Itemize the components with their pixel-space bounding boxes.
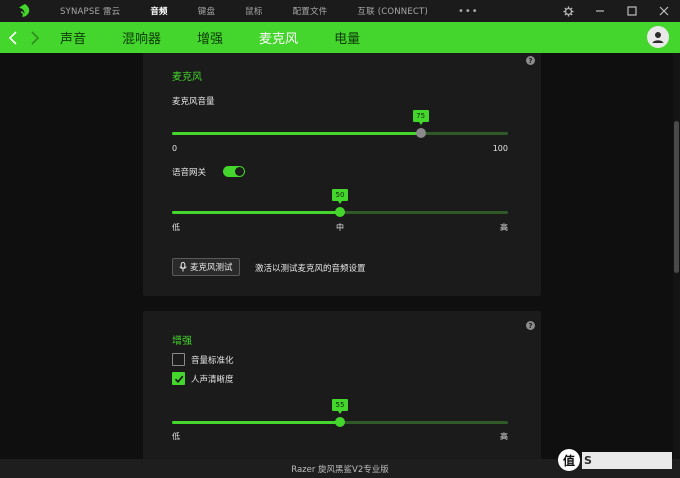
content-area: ? 麦克风 麦克风音量 75 0 100 语音网关 50 低 中 高 麦克风测试… xyxy=(0,53,680,459)
slider-fill xyxy=(172,421,340,424)
tick-high: 高 xyxy=(500,432,508,441)
mic-test-button-label: 麦克风测试 xyxy=(190,263,233,273)
close-icon[interactable] xyxy=(648,0,680,22)
device-name: Razer 旋风黑鲨V2专业版 xyxy=(291,464,389,475)
tick-high: 高 xyxy=(500,223,508,232)
top-nav-profiles[interactable]: 配置文件 xyxy=(293,5,328,17)
help-icon[interactable]: ? xyxy=(526,56,535,65)
slider-thumb[interactable] xyxy=(335,417,345,427)
volume-normalization-checkbox[interactable] xyxy=(172,353,185,366)
tab-mixer[interactable]: 混响器 xyxy=(122,28,161,47)
top-nav-connect[interactable]: 互联 (CONNECT) xyxy=(357,5,428,17)
checkmark-icon xyxy=(174,375,183,383)
tick-low: 低 xyxy=(172,223,180,232)
forward-arrow-icon[interactable] xyxy=(24,22,46,53)
vertical-scrollbar[interactable] xyxy=(673,53,680,459)
user-avatar-icon[interactable] xyxy=(647,26,669,48)
voice-clarity-checkbox[interactable] xyxy=(172,372,185,385)
slider-fill xyxy=(172,132,421,135)
enhancement-section-title: 增强 xyxy=(172,336,192,347)
tab-enhancement[interactable]: 增强 xyxy=(197,28,223,47)
maximize-icon[interactable] xyxy=(616,0,648,22)
more-menu-icon[interactable]: ••• xyxy=(458,6,479,17)
top-nav-audio[interactable]: 音频 xyxy=(150,5,167,17)
sub-nav-tabs: 声音 混响器 增强 麦克风 电量 xyxy=(60,28,396,47)
voice-clarity-slider[interactable]: 55 xyxy=(172,399,508,429)
voice-gate-toggle[interactable] xyxy=(223,166,245,177)
microphone-icon xyxy=(179,262,187,272)
tick-mid: 中 xyxy=(336,223,344,232)
top-nav-synapse[interactable]: SYNAPSE 雷云 xyxy=(60,5,120,17)
help-icon[interactable]: ? xyxy=(526,321,535,330)
tick-max: 100 xyxy=(492,144,508,153)
microphone-panel: ? 麦克风 麦克风音量 75 0 100 语音网关 50 低 中 高 麦克风测试… xyxy=(143,53,541,296)
mic-test-hint: 激活以测试麦克风的音频设置 xyxy=(255,264,366,274)
title-bar: SYNAPSE 雷云 音频 键盘 鼠标 配置文件 互联 (CONNECT) ••… xyxy=(0,0,680,22)
sub-nav: 声音 混响器 增强 麦克风 电量 xyxy=(0,22,680,53)
razer-logo-icon xyxy=(14,0,36,22)
tab-microphone[interactable]: 麦克风 xyxy=(259,28,298,47)
slider-value-bubble: 50 xyxy=(332,189,348,204)
slider-thumb[interactable] xyxy=(335,207,345,217)
tab-power[interactable]: 电量 xyxy=(334,28,360,47)
watermark-text: S xyxy=(582,451,672,469)
tick-min: 0 xyxy=(172,144,178,153)
watermark: 值 S xyxy=(558,447,672,473)
top-nav: SYNAPSE 雷云 音频 键盘 鼠标 配置文件 互联 (CONNECT) ••… xyxy=(60,0,479,22)
top-nav-keyboard[interactable]: 键盘 xyxy=(198,5,215,17)
window-controls xyxy=(552,0,680,22)
minimize-icon[interactable] xyxy=(584,0,616,22)
back-arrow-icon[interactable] xyxy=(2,22,24,53)
tick-low: 低 xyxy=(172,432,180,441)
mic-test-button[interactable]: 麦克风测试 xyxy=(172,258,240,276)
top-nav-mouse[interactable]: 鼠标 xyxy=(245,5,262,17)
slider-value-bubble: 75 xyxy=(412,110,429,125)
volume-normalization-label: 音量标准化 xyxy=(191,356,234,366)
tab-sound[interactable]: 声音 xyxy=(60,28,86,47)
slider-value-bubble: 55 xyxy=(332,399,348,414)
mic-volume-label: 麦克风音量 xyxy=(172,97,215,107)
slider-fill xyxy=(172,211,340,214)
scrollbar-thumb[interactable] xyxy=(674,121,679,273)
slider-thumb[interactable] xyxy=(415,128,426,138)
voice-gate-label: 语音网关 xyxy=(172,168,207,178)
toggle-knob xyxy=(235,167,244,176)
microphone-section-title: 麦克风 xyxy=(172,72,202,83)
voice-gate-slider[interactable]: 50 xyxy=(172,189,508,219)
enhancement-panel: ? 增强 音量标准化 人声清晰度 55 低 高 xyxy=(143,311,541,459)
mic-volume-slider[interactable]: 75 xyxy=(172,110,508,140)
watermark-badge: 值 xyxy=(558,449,580,471)
settings-gear-icon[interactable] xyxy=(552,0,584,22)
voice-clarity-label: 人声清晰度 xyxy=(191,375,234,385)
